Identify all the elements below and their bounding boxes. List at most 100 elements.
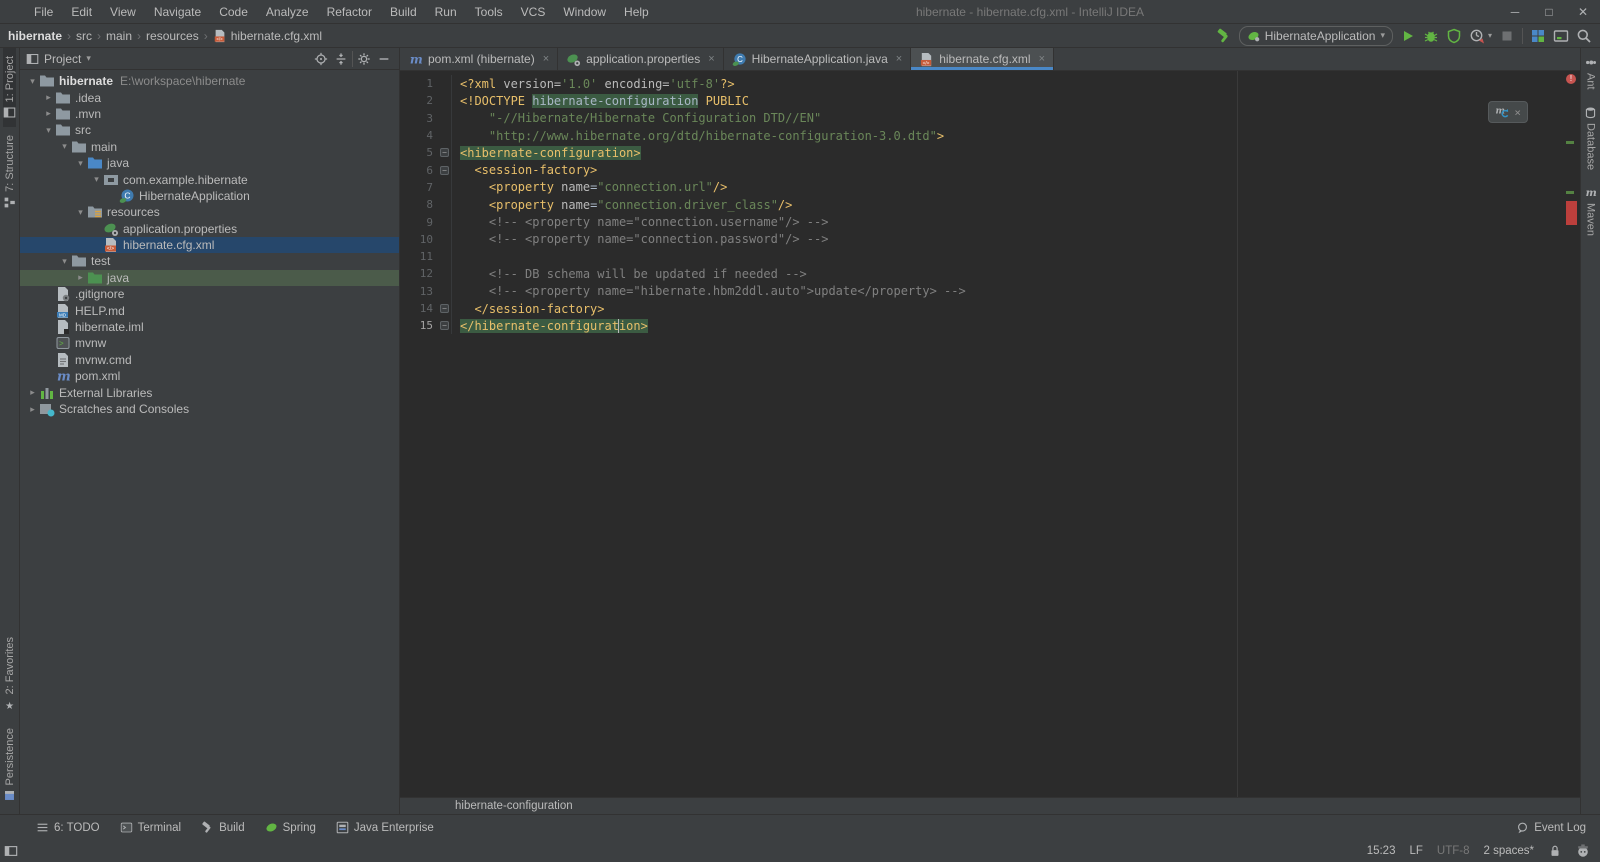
code-line[interactable]: 8 <property name="connection.driver_clas… (400, 196, 1564, 213)
maven-sync-icon[interactable]: m (1495, 105, 1510, 120)
menu-tools[interactable]: Tools (466, 0, 512, 24)
close-icon[interactable]: × (708, 53, 714, 65)
tree-item-test[interactable]: ▾test (20, 253, 399, 269)
tool-window-switcher-icon[interactable] (4, 844, 18, 858)
editor-gutter[interactable]: 4 (400, 127, 452, 144)
chevron-down-icon[interactable]: ▾ (90, 174, 103, 185)
fold-marker-icon[interactable]: − (440, 166, 449, 175)
editor-gutter[interactable]: 5− (400, 144, 452, 161)
debug-icon[interactable] (1423, 28, 1439, 44)
chevron-down-icon[interactable]: ▾ (86, 53, 91, 64)
close-icon[interactable]: × (1039, 53, 1045, 65)
tree-item-main[interactable]: ▾main (20, 139, 399, 155)
chevron-right-icon[interactable]: ▸ (74, 272, 87, 283)
chevron-right-icon[interactable]: ▸ (26, 387, 39, 398)
editor-gutter[interactable]: 2 (400, 92, 452, 109)
editor-gutter[interactable]: 6− (400, 161, 452, 178)
fold-marker-icon[interactable]: − (440, 304, 449, 313)
code-line[interactable]: 5−<hibernate-configuration> (400, 144, 1564, 161)
breadcrumb-item[interactable]: hibernate (8, 29, 62, 43)
editor-tab-pom-xml-hibernate-[interactable]: mpom.xml (hibernate)× (400, 48, 558, 70)
profiler-icon[interactable] (1469, 28, 1485, 44)
code-line[interactable]: 13 <!-- <property name="hibernate.hbm2dd… (400, 283, 1564, 300)
fold-marker-icon[interactable]: − (440, 321, 449, 330)
indent-style[interactable]: 2 spaces* (1483, 845, 1534, 857)
tree-item-mvnw-cmd[interactable]: mvnw.cmd (20, 352, 399, 368)
ide-screen-icon[interactable] (1553, 28, 1569, 44)
tree-item-help-md[interactable]: MDHELP.md (20, 302, 399, 318)
menu-analyze[interactable]: Analyze (257, 0, 318, 24)
menu-window[interactable]: Window (554, 0, 615, 24)
caret-position[interactable]: 15:23 (1367, 845, 1396, 857)
project-panel-title[interactable]: Project (44, 52, 81, 66)
tool-stripe-2-favorites[interactable]: 2: Favorites★ (3, 629, 16, 719)
breadcrumb-item[interactable]: hibernate.cfg.xml (231, 29, 322, 43)
code-line[interactable]: 3 "-//Hibernate/Hibernate Configuration … (400, 110, 1564, 127)
run-icon[interactable] (1400, 28, 1416, 44)
build-hammer-icon[interactable] (1216, 28, 1232, 44)
chevron-right-icon[interactable]: ▸ (26, 404, 39, 415)
code-area[interactable]: 1<?xml version='1.0' encoding='utf-8'?>2… (400, 71, 1564, 797)
tool-stripe-database[interactable]: Database (1584, 98, 1597, 178)
menu-build[interactable]: Build (381, 0, 426, 24)
hide-icon[interactable] (375, 50, 393, 68)
vcs-change-marker[interactable] (1566, 191, 1574, 194)
chevron-down-icon[interactable]: ▾ (58, 256, 71, 267)
tree-item-com-example-hibernate[interactable]: ▾com.example.hibernate (20, 171, 399, 187)
editor-tab-hibernate-cfg-xml[interactable]: </>hibernate.cfg.xml× (911, 48, 1054, 70)
line-separator[interactable]: LF (1409, 845, 1422, 857)
code-line[interactable]: 6− <session-factory> (400, 161, 1564, 178)
menu-view[interactable]: View (101, 0, 145, 24)
chevron-down-icon[interactable]: ▾ (74, 158, 87, 169)
tool-stripe-maven[interactable]: mMaven (1584, 178, 1597, 244)
editor-tab-hibernateapplication-java[interactable]: CHibernateApplication.java× (724, 48, 912, 70)
toolwindow-button-event-log[interactable]: Event Log (1516, 821, 1586, 834)
tree-item-hibernate-cfg-xml[interactable]: </>hibernate.cfg.xml (20, 237, 399, 253)
editor-gutter[interactable]: 7 (400, 179, 452, 196)
tree-item-scratches-and-consoles[interactable]: ▸Scratches and Consoles (20, 401, 399, 417)
inspections-profile-icon[interactable] (1576, 844, 1590, 858)
close-button[interactable]: ✕ (1566, 0, 1600, 24)
toolwindow-button-build[interactable]: Build (201, 821, 245, 834)
lock-icon[interactable] (1548, 844, 1562, 858)
toolwindow-button-spring[interactable]: Spring (265, 821, 316, 834)
tree-item-src[interactable]: ▾src (20, 122, 399, 138)
editor-gutter[interactable]: 14− (400, 300, 452, 317)
close-icon[interactable]: × (543, 53, 549, 65)
chevron-right-icon[interactable]: ▸ (42, 92, 55, 103)
tree-item-hibernateapplication[interactable]: CHibernateApplication (20, 188, 399, 204)
tree-item--idea[interactable]: ▸.idea (20, 89, 399, 105)
code-line[interactable]: 15−</hibernate-configuration> (400, 317, 1564, 334)
run-config-selector[interactable]: HibernateApplication ▾ (1239, 26, 1393, 46)
file-encoding[interactable]: UTF-8 (1437, 845, 1470, 857)
minimize-button[interactable]: ─ (1498, 0, 1532, 24)
tree-item-application-properties[interactable]: application.properties (20, 221, 399, 237)
toolwindow-button-java-enterprise[interactable]: Java Enterprise (336, 821, 434, 834)
tree-item-java[interactable]: ▾java (20, 155, 399, 171)
code-line[interactable]: 14− </session-factory> (400, 300, 1564, 317)
chevron-down-icon[interactable]: ▾ (42, 125, 55, 136)
menu-refactor[interactable]: Refactor (318, 0, 381, 24)
vcs-change-marker[interactable] (1566, 141, 1574, 144)
breadcrumb-item[interactable]: resources (146, 29, 199, 43)
chevron-right-icon[interactable]: ▸ (42, 108, 55, 119)
menu-file[interactable]: File (25, 0, 62, 24)
menu-navigate[interactable]: Navigate (145, 0, 210, 24)
chevron-down-icon[interactable]: ▾ (74, 207, 87, 218)
editor-gutter[interactable]: 8 (400, 196, 452, 213)
error-stripe-marker[interactable] (1566, 201, 1577, 225)
menu-code[interactable]: Code (210, 0, 257, 24)
tree-item-java[interactable]: ▸java (20, 270, 399, 286)
code-line[interactable]: 10 <!-- <property name="connection.passw… (400, 231, 1564, 248)
editor-breadcrumb[interactable]: hibernate-configuration (400, 797, 1580, 814)
toolwindow-button-terminal[interactable]: Terminal (120, 821, 181, 834)
code-line[interactable]: 7 <property name="connection.url"/> (400, 179, 1564, 196)
chevron-down-icon[interactable]: ▾ (58, 141, 71, 152)
stop-icon[interactable] (1499, 28, 1515, 44)
editor-gutter[interactable]: 10 (400, 231, 452, 248)
close-icon[interactable]: × (896, 53, 902, 65)
gear-icon[interactable] (355, 50, 373, 68)
project-structure-icon[interactable] (1530, 28, 1546, 44)
editor-gutter[interactable]: 9 (400, 213, 452, 230)
tool-stripe-1-project[interactable]: 1: Project (3, 48, 16, 127)
